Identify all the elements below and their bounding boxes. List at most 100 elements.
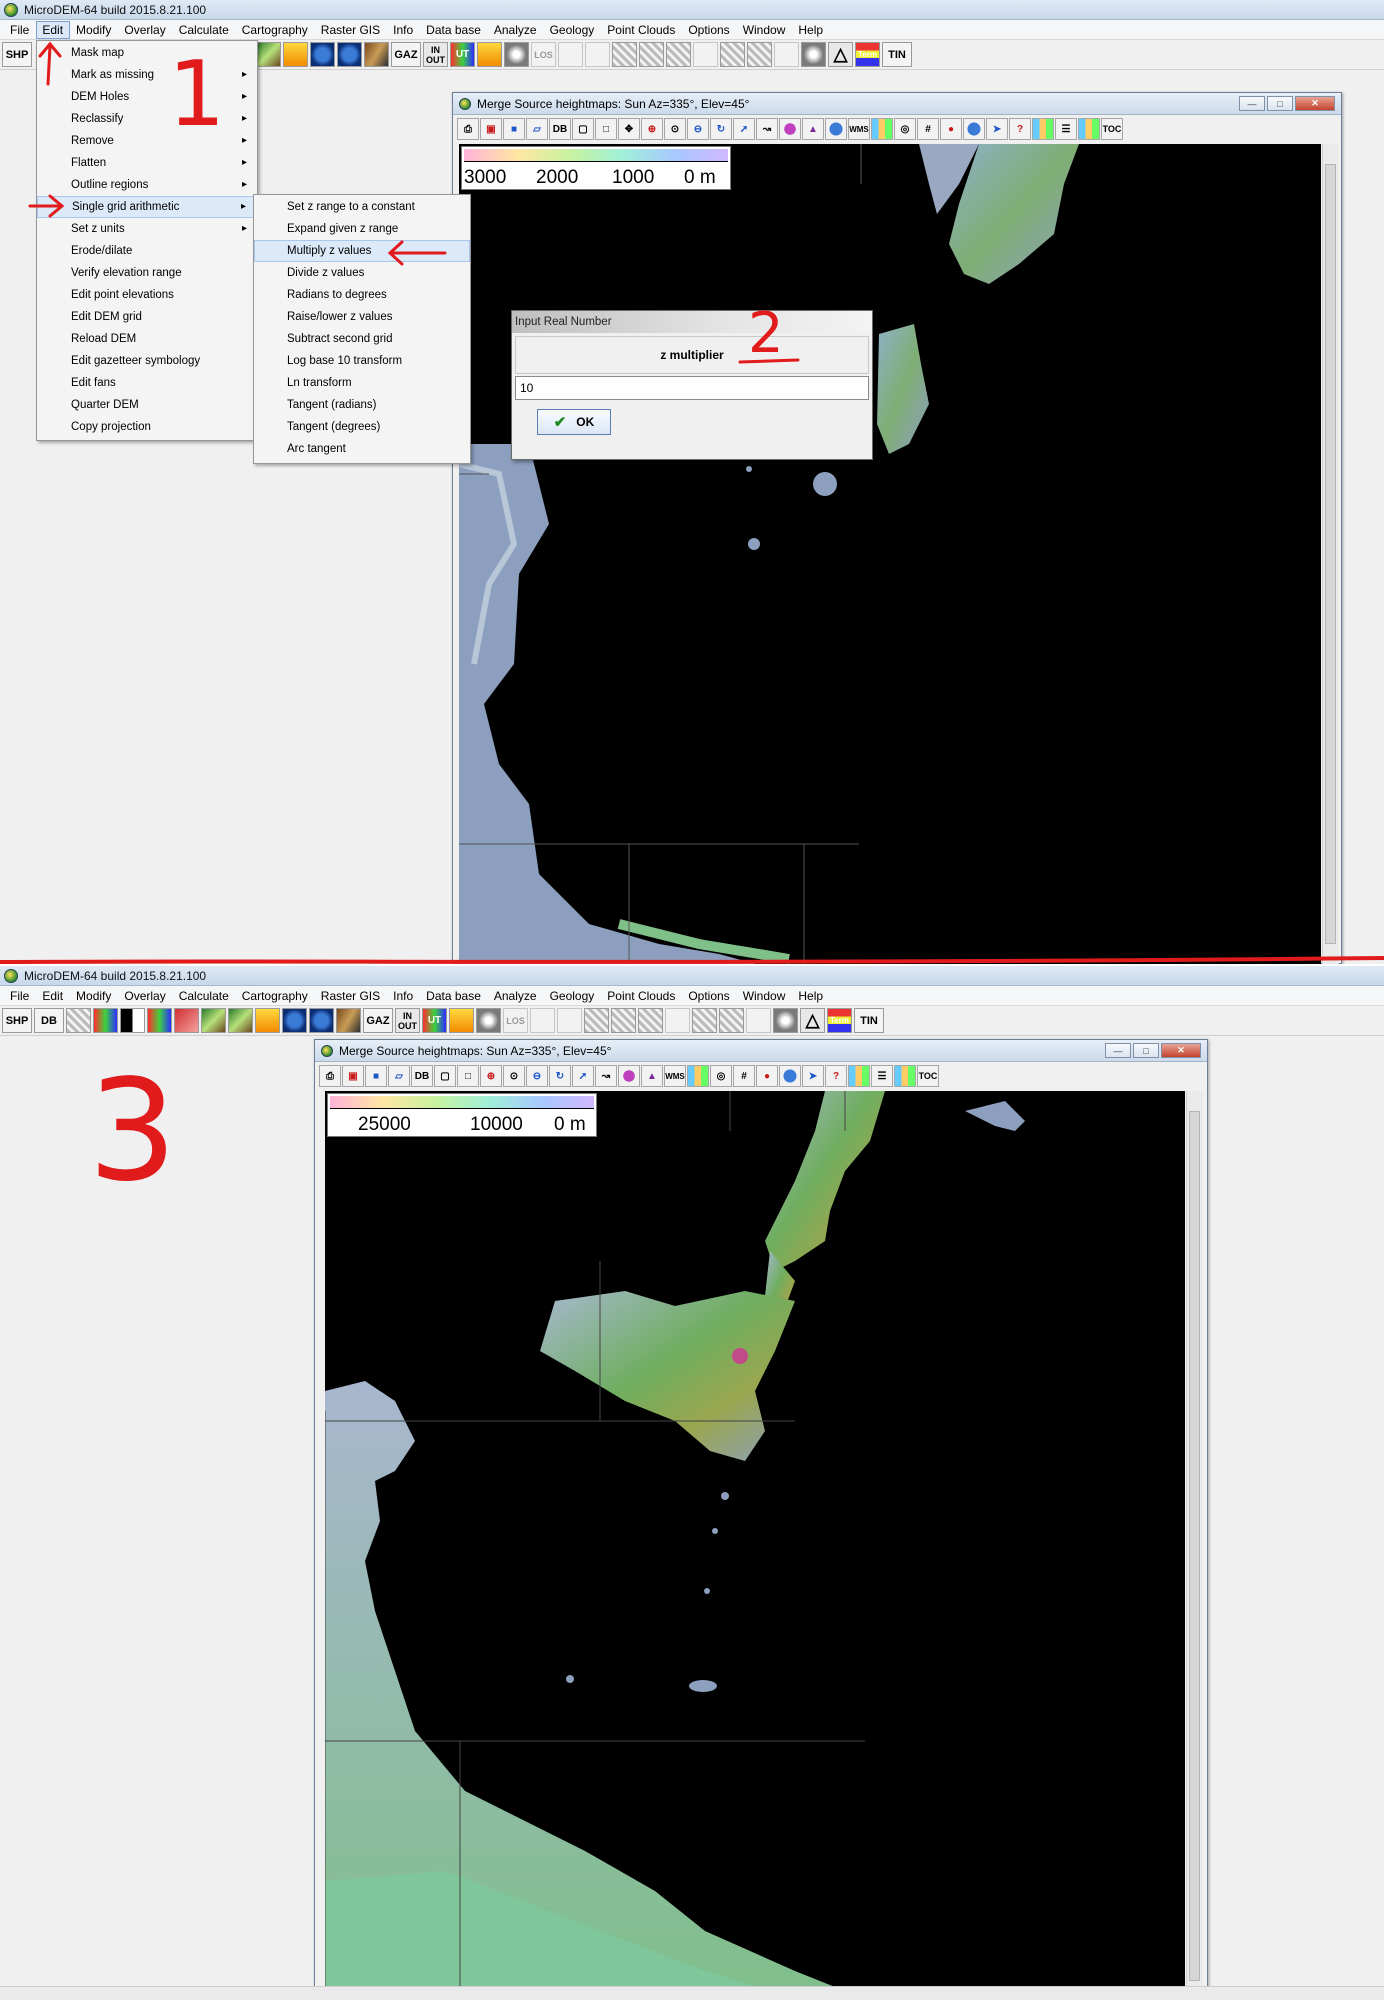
globe-red-icon[interactable]: [309, 1008, 334, 1033]
pan-icon[interactable]: ✥: [618, 118, 640, 140]
wms-button[interactable]: WMS: [664, 1065, 686, 1087]
map-stripes-icon[interactable]: [283, 42, 308, 67]
sphere-icon[interactable]: [779, 1065, 801, 1087]
map-canvas[interactable]: 25000 10000 0 m: [325, 1091, 1185, 2000]
building-icon[interactable]: [665, 1008, 690, 1033]
tiger-icon[interactable]: [336, 1008, 361, 1033]
menu-help[interactable]: Help: [792, 21, 830, 39]
profile-icon[interactable]: ↝: [756, 118, 778, 140]
maximize-button[interactable]: □: [1133, 1043, 1159, 1058]
graph-icon[interactable]: ▱: [388, 1065, 410, 1087]
menu-item-reclassify[interactable]: Reclassify: [37, 108, 257, 130]
voronoi-icon[interactable]: [692, 1008, 717, 1033]
wire-globe-icon[interactable]: [773, 1008, 798, 1033]
overlay-icon[interactable]: [1078, 118, 1100, 140]
legend-icon[interactable]: [871, 118, 893, 140]
menu-item-verify-elevation-range[interactable]: Verify elevation range: [37, 262, 257, 284]
sun-icon[interactable]: [477, 42, 502, 67]
tin-button[interactable]: TIN: [882, 42, 912, 67]
gaz-button[interactable]: GAZ: [363, 1008, 393, 1033]
warning-triangle-icon[interactable]: △: [800, 1008, 825, 1033]
scroll-thumb[interactable]: [1189, 1111, 1200, 1981]
menu-options[interactable]: Options: [682, 987, 736, 1005]
export-icon[interactable]: ▣: [342, 1065, 364, 1087]
print-icon[interactable]: ⎙: [457, 118, 479, 140]
warning-triangle-icon[interactable]: △: [828, 42, 853, 67]
help-icon[interactable]: ?: [825, 1065, 847, 1087]
menu-edit[interactable]: Edit: [36, 20, 71, 39]
db-button[interactable]: DB: [34, 1008, 64, 1033]
layers-icon[interactable]: ☰: [1055, 118, 1077, 140]
menu-raster-gis[interactable]: Raster GIS: [315, 21, 387, 39]
toc-button[interactable]: TOC: [917, 1065, 939, 1087]
menu-database[interactable]: Data base: [420, 987, 488, 1005]
map-stripes-icon[interactable]: [255, 1008, 280, 1033]
mesh-icon[interactable]: [719, 1008, 744, 1033]
submenu-item-log10-transform[interactable]: Log base 10 transform: [254, 350, 470, 372]
z-multiplier-input[interactable]: 10: [515, 376, 869, 400]
menu-overlay[interactable]: Overlay: [118, 987, 172, 1005]
menu-info[interactable]: Info: [387, 21, 420, 39]
color-ramp-icon[interactable]: [1032, 118, 1054, 140]
submenu-item-subtract-second-grid[interactable]: Subtract second grid: [254, 328, 470, 350]
menu-item-erode-dilate[interactable]: Erode/dilate: [37, 240, 257, 262]
menu-item-edit-gazetteer-symbology[interactable]: Edit gazetteer symbology: [37, 350, 257, 372]
menu-file[interactable]: File: [4, 987, 36, 1005]
term-button[interactable]: Term: [827, 1008, 852, 1033]
menu-item-mark-as-missing[interactable]: Mark as missing: [37, 64, 257, 86]
in-out-button[interactable]: IN OUT: [395, 1008, 420, 1033]
menu-item-mask-map[interactable]: Mask map: [37, 42, 257, 64]
identify-icon[interactable]: ■: [365, 1065, 387, 1087]
menu-item-single-grid-arithmetic[interactable]: Single grid arithmetic: [37, 196, 257, 218]
menu-raster-gis[interactable]: Raster GIS: [315, 987, 387, 1005]
menu-database[interactable]: Data base: [420, 21, 488, 39]
zoom-box-icon[interactable]: □: [595, 118, 617, 140]
menu-analyze[interactable]: Analyze: [488, 987, 544, 1005]
sphere-icon[interactable]: [963, 118, 985, 140]
zoom-box-icon[interactable]: □: [457, 1065, 479, 1087]
skull-icon[interactable]: [476, 1008, 501, 1033]
shp-button[interactable]: SHP: [2, 42, 32, 67]
tiger-icon[interactable]: [364, 42, 389, 67]
satellite-icon[interactable]: [256, 42, 281, 67]
triangles-icon[interactable]: [639, 42, 664, 67]
purple-blob-icon[interactable]: [618, 1065, 640, 1087]
menu-window[interactable]: Window: [737, 21, 793, 39]
select-region-icon[interactable]: ▢: [434, 1065, 456, 1087]
globe-icon[interactable]: [282, 1008, 307, 1033]
layers-icon[interactable]: ☰: [871, 1065, 893, 1087]
measure-icon[interactable]: ➚: [733, 118, 755, 140]
landscape-icon[interactable]: ▲: [641, 1065, 663, 1087]
map-canvas[interactable]: 3000 2000 1000 0 m: [459, 144, 1321, 964]
menu-geology[interactable]: Geology: [544, 987, 602, 1005]
redraw-icon[interactable]: ↻: [710, 118, 732, 140]
ok-button[interactable]: ✔ OK: [537, 409, 611, 435]
dotted-grid-icon[interactable]: [558, 42, 583, 67]
menu-point-clouds[interactable]: Point Clouds: [601, 987, 682, 1005]
minimize-button[interactable]: —: [1105, 1043, 1131, 1058]
vertical-scrollbar[interactable]: [1322, 144, 1339, 964]
help-icon[interactable]: ?: [1009, 118, 1031, 140]
menu-modify[interactable]: Modify: [70, 987, 118, 1005]
menu-calculate[interactable]: Calculate: [173, 21, 236, 39]
legend-icon[interactable]: [687, 1065, 709, 1087]
submenu-item-multiply-z-values[interactable]: Multiply z values: [254, 240, 470, 262]
image-icon[interactable]: [66, 1008, 91, 1033]
globe-red-icon[interactable]: [337, 42, 362, 67]
network-icon[interactable]: [612, 42, 637, 67]
texture-icon[interactable]: [120, 1008, 145, 1033]
menu-cartography[interactable]: Cartography: [236, 21, 315, 39]
menu-item-flatten[interactable]: Flatten: [37, 152, 257, 174]
shp-button[interactable]: SHP: [2, 1008, 32, 1033]
skull-icon[interactable]: [504, 42, 529, 67]
measure-icon[interactable]: ➚: [572, 1065, 594, 1087]
cursor-icon[interactable]: ➤: [986, 118, 1008, 140]
landscape-icon[interactable]: ▲: [802, 118, 824, 140]
submenu-item-arc-tangent[interactable]: Arc tangent: [254, 438, 470, 460]
target-icon[interactable]: ◎: [894, 118, 916, 140]
menu-cartography[interactable]: Cartography: [236, 987, 315, 1005]
submenu-item-tangent-degrees[interactable]: Tangent (degrees): [254, 416, 470, 438]
ref-icon[interactable]: [557, 1008, 582, 1033]
select-region-icon[interactable]: ▢: [572, 118, 594, 140]
menu-item-outline-regions[interactable]: Outline regions: [37, 174, 257, 196]
